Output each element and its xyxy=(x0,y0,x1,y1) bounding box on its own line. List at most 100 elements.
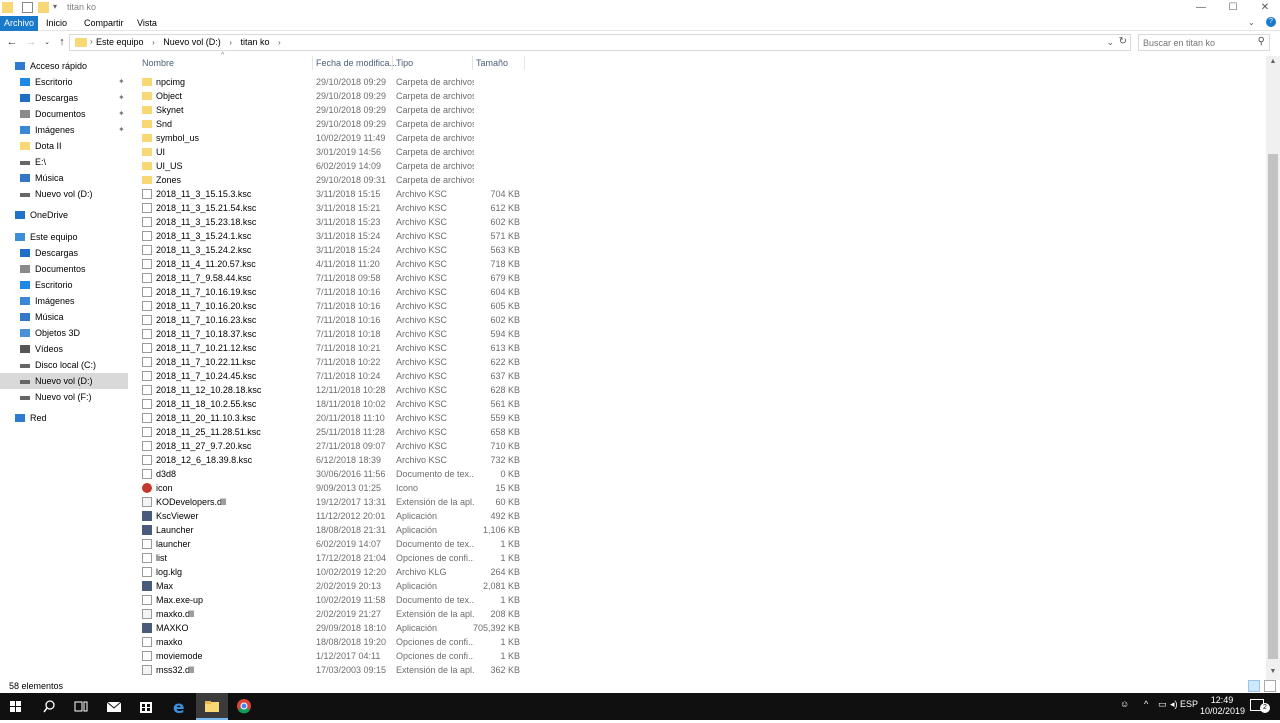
vertical-scrollbar[interactable]: ▲ ▼ xyxy=(1266,56,1280,680)
column-header-type[interactable]: Tipo xyxy=(396,58,413,68)
search-icon[interactable]: ⚲ xyxy=(1258,36,1265,47)
people-icon[interactable]: ☺ xyxy=(1120,699,1129,709)
task-view-button[interactable] xyxy=(65,693,97,720)
file-row[interactable]: mss32.dll 17/03/2003 09:15 Extensión de la… xyxy=(136,663,536,677)
clock[interactable]: 12:49 10/02/2019 xyxy=(1200,695,1245,717)
file-row[interactable]: 2018_11_3_15.23.18.ksc 3/11/2018 15:23 Arc… xyxy=(136,215,536,229)
nav-item[interactable]: Dota II xyxy=(0,138,128,154)
column-header-size[interactable]: Tamaño xyxy=(476,58,508,68)
file-row[interactable]: 2018_11_7_10.16.19.ksc 7/11/2018 10:16 Arc… xyxy=(136,285,536,299)
search-box[interactable]: ⚲ xyxy=(1138,34,1270,51)
network-icon[interactable]: ▭ xyxy=(1158,699,1167,710)
nav-item[interactable]: Red xyxy=(0,410,128,426)
nav-item[interactable]: Disco local (C:) xyxy=(0,357,128,373)
file-row[interactable]: Skynet 29/10/2018 09:29 Carpeta de archivo… xyxy=(136,103,536,117)
file-row[interactable]: 2018_11_27_9.7.20.ksc 27/11/2018 09:07 Arc… xyxy=(136,439,536,453)
nav-item[interactable]: Documentos xyxy=(0,261,128,277)
file-row[interactable]: 2018_11_12_10.28.18.ksc 12/11/2018 10:28 A… xyxy=(136,383,536,397)
edge-app[interactable]: e xyxy=(163,693,195,720)
file-row[interactable]: 2018_11_7_10.22.11.ksc 7/11/2018 10:22 Arc… xyxy=(136,355,536,369)
nav-item[interactable]: Descargas xyxy=(0,245,128,261)
column-header-date[interactable]: Fecha de modifica... xyxy=(316,58,397,68)
column-divider[interactable] xyxy=(312,56,313,70)
minimize-button[interactable]: — xyxy=(1186,0,1216,16)
file-row[interactable]: KscViewer 11/12/2012 20:01 Aplicación 492 K… xyxy=(136,509,536,523)
new-folder-icon[interactable] xyxy=(38,2,49,13)
nav-item[interactable]: Nuevo vol (F:) xyxy=(0,389,128,405)
nav-item[interactable]: Escritorio xyxy=(0,277,128,293)
file-row[interactable]: 2018_11_7_10.18.37.ksc 7/11/2018 10:18 Arc… xyxy=(136,327,536,341)
file-row[interactable]: 2018_11_3_15.24.1.ksc 3/11/2018 15:24 Arch… xyxy=(136,229,536,243)
up-button[interactable]: ↑ xyxy=(55,36,69,48)
volume-icon[interactable]: ◂) xyxy=(1170,699,1178,710)
nav-item[interactable]: Escritorio ✦ xyxy=(0,74,128,90)
file-row[interactable]: 2018_11_7_10.16.23.ksc 7/11/2018 10:16 Arc… xyxy=(136,313,536,327)
chevron-up-icon[interactable]: ^ xyxy=(1144,699,1148,709)
file-row[interactable]: symbol_us 10/02/2019 11:49 Carpeta de arch… xyxy=(136,131,536,145)
file-row[interactable]: MAXKO 29/09/2018 18:10 Aplicación 705,392 K… xyxy=(136,621,536,635)
file-row[interactable]: Snd 29/10/2018 09:29 Carpeta de archivos xyxy=(136,117,536,131)
nav-item[interactable]: Música xyxy=(0,170,128,186)
nav-item[interactable]: Nuevo vol (D:) xyxy=(0,186,128,202)
file-row[interactable]: 2018_11_7_9.58.44.ksc 7/11/2018 09:58 Arch… xyxy=(136,271,536,285)
file-row[interactable]: UI_US 6/02/2019 14:09 Carpeta de archivos xyxy=(136,159,536,173)
chevron-right-icon[interactable]: › xyxy=(229,38,232,47)
ribbon-expand-icon[interactable]: ⌄ xyxy=(1248,18,1255,27)
breadcrumb-item[interactable]: titan ko xyxy=(240,37,269,47)
nav-item[interactable]: Documentos ✦ xyxy=(0,106,128,122)
tab-inicio[interactable]: Inicio xyxy=(40,16,73,31)
file-row[interactable]: 2018_11_3_15.15.3.ksc 3/11/2018 15:15 Arch… xyxy=(136,187,536,201)
file-row[interactable]: 2018_11_7_10.21.12.ksc 7/11/2018 10:21 Arc… xyxy=(136,341,536,355)
nav-item[interactable]: E:\ xyxy=(0,154,128,170)
file-row[interactable]: UI 3/01/2019 14:56 Carpeta de archivos xyxy=(136,145,536,159)
file-row[interactable]: Object 29/10/2018 09:29 Carpeta de archivo… xyxy=(136,89,536,103)
breadcrumb-item[interactable]: Este equipo xyxy=(96,37,144,47)
maximize-button[interactable]: ☐ xyxy=(1218,0,1248,16)
file-row[interactable]: 2018_12_6_18.39.8.ksc 6/12/2018 18:39 Arch… xyxy=(136,453,536,467)
nav-item[interactable]: Objetos 3D xyxy=(0,325,128,341)
start-button[interactable] xyxy=(0,693,32,720)
nav-item[interactable]: OneDrive xyxy=(0,207,128,223)
help-icon[interactable]: ? xyxy=(1266,17,1276,27)
search-input[interactable] xyxy=(1143,35,1253,51)
address-bar[interactable]: › Este equipo › Nuevo vol (D:) › titan k… xyxy=(69,34,1131,51)
nav-item[interactable]: Música xyxy=(0,309,128,325)
file-row[interactable]: 2018_11_3_15.21.54.ksc 3/11/2018 15:21 Arc… xyxy=(136,201,536,215)
tab-compartir[interactable]: Compartir xyxy=(78,16,130,31)
quick-access-dropdown-icon[interactable]: ▾ xyxy=(53,2,57,11)
file-row[interactable]: 2018_11_7_10.16.20.ksc 7/11/2018 10:16 Arc… xyxy=(136,299,536,313)
file-row[interactable]: 2018_11_4_11.20.57.ksc 4/11/2018 11:20 Arc… xyxy=(136,257,536,271)
file-row[interactable]: 2018_11_7_10.24.45.ksc 7/11/2018 10:24 Arc… xyxy=(136,369,536,383)
file-row[interactable]: KODevelopers.dll 19/12/2017 13:31 Extensió… xyxy=(136,495,536,509)
file-row[interactable]: Launcher 18/08/2018 21:31 Aplicación 1,106 … xyxy=(136,523,536,537)
large-icons-view-icon[interactable] xyxy=(1264,680,1276,692)
nav-item[interactable]: Nuevo vol (D:) xyxy=(0,373,128,389)
back-button[interactable]: ← xyxy=(5,36,19,48)
file-explorer-app[interactable] xyxy=(196,693,228,720)
search-taskbar-button[interactable] xyxy=(33,693,65,720)
file-row[interactable]: list 17/12/2018 21:04 Opciones de confi...… xyxy=(136,551,536,565)
file-row[interactable]: icon 9/09/2013 01:25 Icono 15 KB xyxy=(136,481,536,495)
file-row[interactable]: 2018_11_18_10.2.55.ksc 18/11/2018 10:02 Ar… xyxy=(136,397,536,411)
nav-item[interactable]: Este equipo xyxy=(0,229,128,245)
properties-icon[interactable] xyxy=(22,2,33,13)
scroll-up-icon[interactable]: ▲ xyxy=(1266,58,1280,65)
scroll-down-icon[interactable]: ▼ xyxy=(1266,668,1280,675)
file-row[interactable]: launcher 6/02/2019 14:07 Documento de tex.… xyxy=(136,537,536,551)
close-button[interactable]: ✕ xyxy=(1250,0,1280,16)
file-row[interactable]: 2018_11_25_11.28.51.ksc 25/11/2018 11:28 A… xyxy=(136,425,536,439)
tab-archivo[interactable]: Archivo xyxy=(0,16,38,31)
file-row[interactable]: log.klg 10/02/2019 12:20 Archivo KLG 264 KB xyxy=(136,565,536,579)
language-indicator[interactable]: ESP xyxy=(1180,699,1198,709)
column-divider[interactable] xyxy=(524,56,525,70)
forward-button[interactable]: → xyxy=(24,36,38,48)
scrollbar-thumb[interactable] xyxy=(1268,154,1278,659)
refresh-icon[interactable]: ↻ xyxy=(1119,36,1127,47)
file-row[interactable]: Max.exe-up 10/02/2019 11:58 Documento de t… xyxy=(136,593,536,607)
file-row[interactable]: Max 2/02/2019 20:13 Aplicación 2,081 KB xyxy=(136,579,536,593)
details-view-icon[interactable] xyxy=(1248,680,1260,692)
nav-item[interactable]: Descargas ✦ xyxy=(0,90,128,106)
column-divider[interactable] xyxy=(472,56,473,70)
store-app[interactable] xyxy=(130,693,162,720)
nav-item[interactable]: Acceso rápido xyxy=(0,58,128,74)
